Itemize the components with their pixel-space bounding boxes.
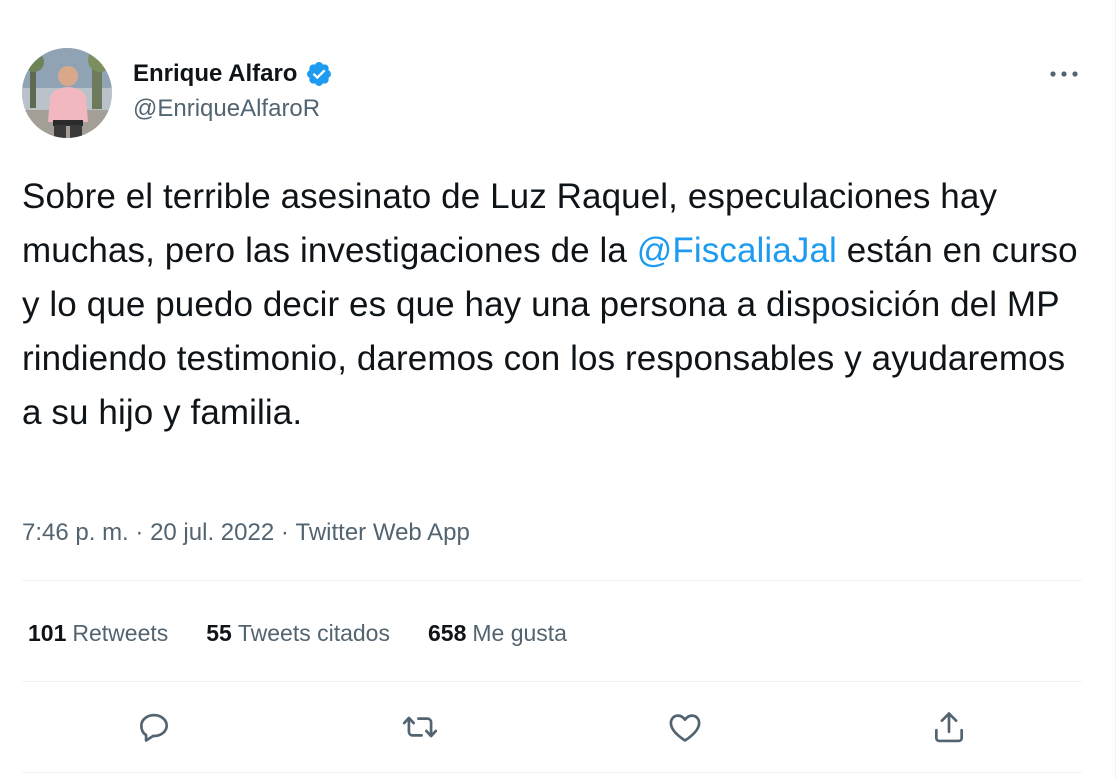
tweet-date[interactable]: 20 jul. 2022 <box>150 519 274 547</box>
reply-icon <box>139 713 169 742</box>
reply-button[interactable] <box>127 700 181 754</box>
retweets-stat[interactable]: 101 Retweets <box>28 620 168 647</box>
quote-tweets-count: 55 <box>206 619 232 646</box>
meta-separator: · <box>128 519 151 546</box>
display-name[interactable]: Enrique Alfaro <box>133 60 297 88</box>
more-dots-icon <box>1050 71 1078 77</box>
quote-tweets-label: Tweets citados <box>237 619 390 646</box>
tweet-source[interactable]: Twitter Web App <box>296 519 470 547</box>
retweet-button[interactable] <box>393 700 447 754</box>
mention-link[interactable]: @FiscaliaJal <box>637 231 837 270</box>
like-heart-icon <box>669 714 701 742</box>
divider <box>22 772 1082 773</box>
retweets-count: 101 <box>28 619 67 646</box>
like-button[interactable] <box>658 700 712 754</box>
avatar[interactable] <box>22 48 112 138</box>
tweet-meta: 7:46 p. m. · 20 jul. 2022 · Twitter Web … <box>22 515 470 551</box>
tweet-text: Sobre el terrible asesinato de Luz Raque… <box>22 170 1087 440</box>
retweet-icon <box>402 716 438 738</box>
retweets-label: Retweets <box>72 619 169 646</box>
user-handle[interactable]: @EnriqueAlfaroR <box>133 95 320 123</box>
divider <box>22 580 1082 581</box>
share-icon <box>934 712 964 743</box>
likes-label: Me gusta <box>472 619 567 646</box>
likes-stat[interactable]: 658 Me gusta <box>428 620 567 647</box>
avatar-photo <box>22 48 112 138</box>
meta-separator: · <box>274 519 296 546</box>
action-bar <box>0 700 1100 754</box>
likes-count: 658 <box>427 619 467 646</box>
more-options-button[interactable] <box>1042 56 1086 92</box>
right-border <box>1115 0 1116 779</box>
tweet-time[interactable]: 7:46 p. m. <box>22 519 129 547</box>
quote-tweets-stat[interactable]: 55 Tweets citados <box>206 620 390 647</box>
divider <box>22 681 1082 682</box>
engagement-stats: 101 Retweets 55 Tweets citados 658 Me gu… <box>28 615 567 651</box>
verified-badge-icon <box>305 60 333 88</box>
tweet-detail: Enrique Alfaro @EnriqueAlfaroR Sobre el … <box>0 0 1100 779</box>
display-name-row: Enrique Alfaro <box>133 56 333 92</box>
share-button[interactable] <box>922 700 976 754</box>
